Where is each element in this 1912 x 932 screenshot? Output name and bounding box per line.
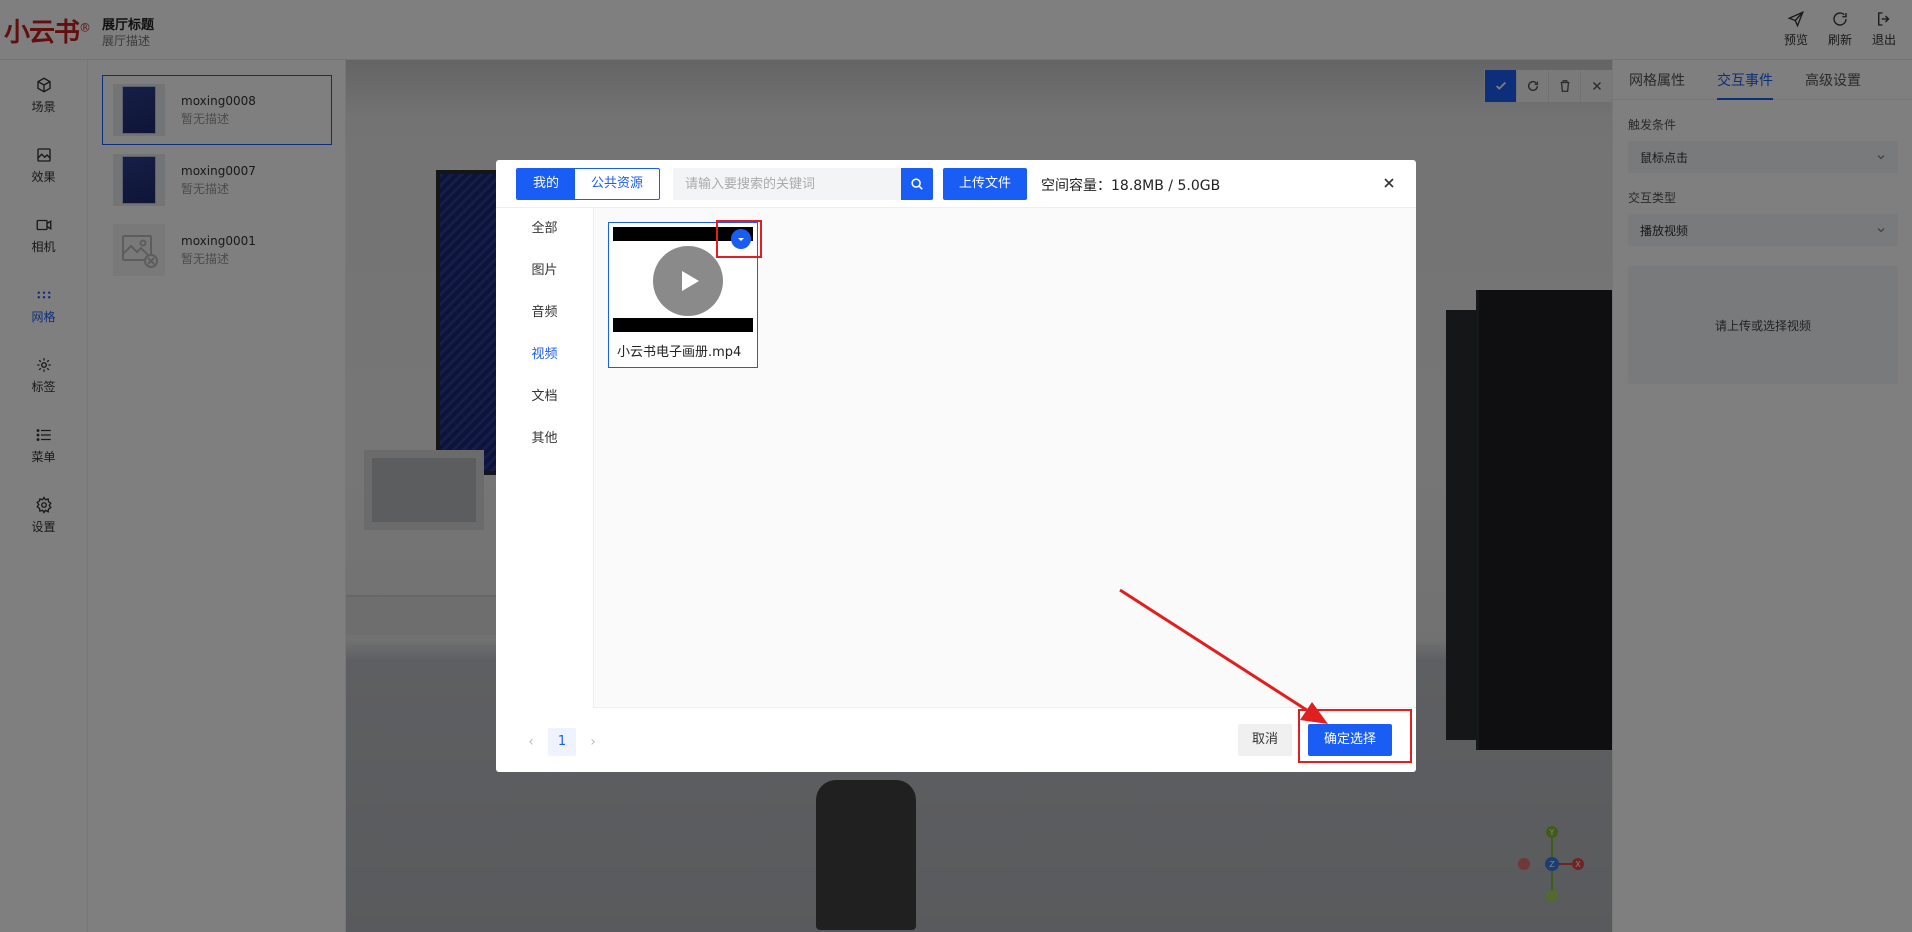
highlight-box-confirm	[1298, 709, 1412, 763]
file-grid: 小云书电子画册.mp4	[594, 208, 1416, 708]
category-all[interactable]: 全部	[496, 208, 593, 250]
cancel-button[interactable]: 取消	[1238, 724, 1293, 756]
category-image[interactable]: 图片	[496, 250, 593, 292]
category-other[interactable]: 其他	[496, 418, 593, 460]
highlight-box-checkmark	[716, 220, 762, 258]
search-icon	[911, 178, 923, 190]
upload-file-button[interactable]: 上传文件	[943, 168, 1028, 200]
file-name: 小云书电子画册.mp4	[617, 345, 742, 360]
page-number[interactable]: 1	[548, 728, 576, 756]
search-button[interactable]	[901, 168, 933, 200]
category-audio[interactable]: 音频	[496, 292, 593, 334]
resource-picker-dialog: 我的 公共资源 上传文件 空间容量：18.8MB / 5.0GB 全部 图片 音…	[496, 160, 1416, 772]
storage-capacity: 空间容量：18.8MB / 5.0GB	[1041, 178, 1221, 194]
prev-page-button[interactable]: ‹	[520, 734, 542, 750]
pagination: ‹ 1 ›	[520, 728, 604, 756]
close-icon[interactable]	[1380, 174, 1398, 192]
tab-my-resources[interactable]: 我的	[517, 169, 576, 199]
dialog-footer: ‹ 1 › 取消 确定选择	[496, 708, 1416, 772]
next-page-button[interactable]: ›	[582, 734, 604, 750]
search-box	[673, 168, 933, 200]
dialog-header: 我的 公共资源 上传文件 空间容量：18.8MB / 5.0GB	[496, 160, 1416, 208]
search-input[interactable]	[673, 168, 901, 200]
category-video[interactable]: 视频	[496, 334, 593, 376]
tab-public-resources[interactable]: 公共资源	[575, 169, 659, 199]
play-icon	[653, 246, 723, 316]
source-tabs: 我的 公共资源	[516, 168, 661, 200]
category-sidebar: 全部 图片 音频 视频 文档 其他	[496, 208, 594, 708]
category-document[interactable]: 文档	[496, 376, 593, 418]
